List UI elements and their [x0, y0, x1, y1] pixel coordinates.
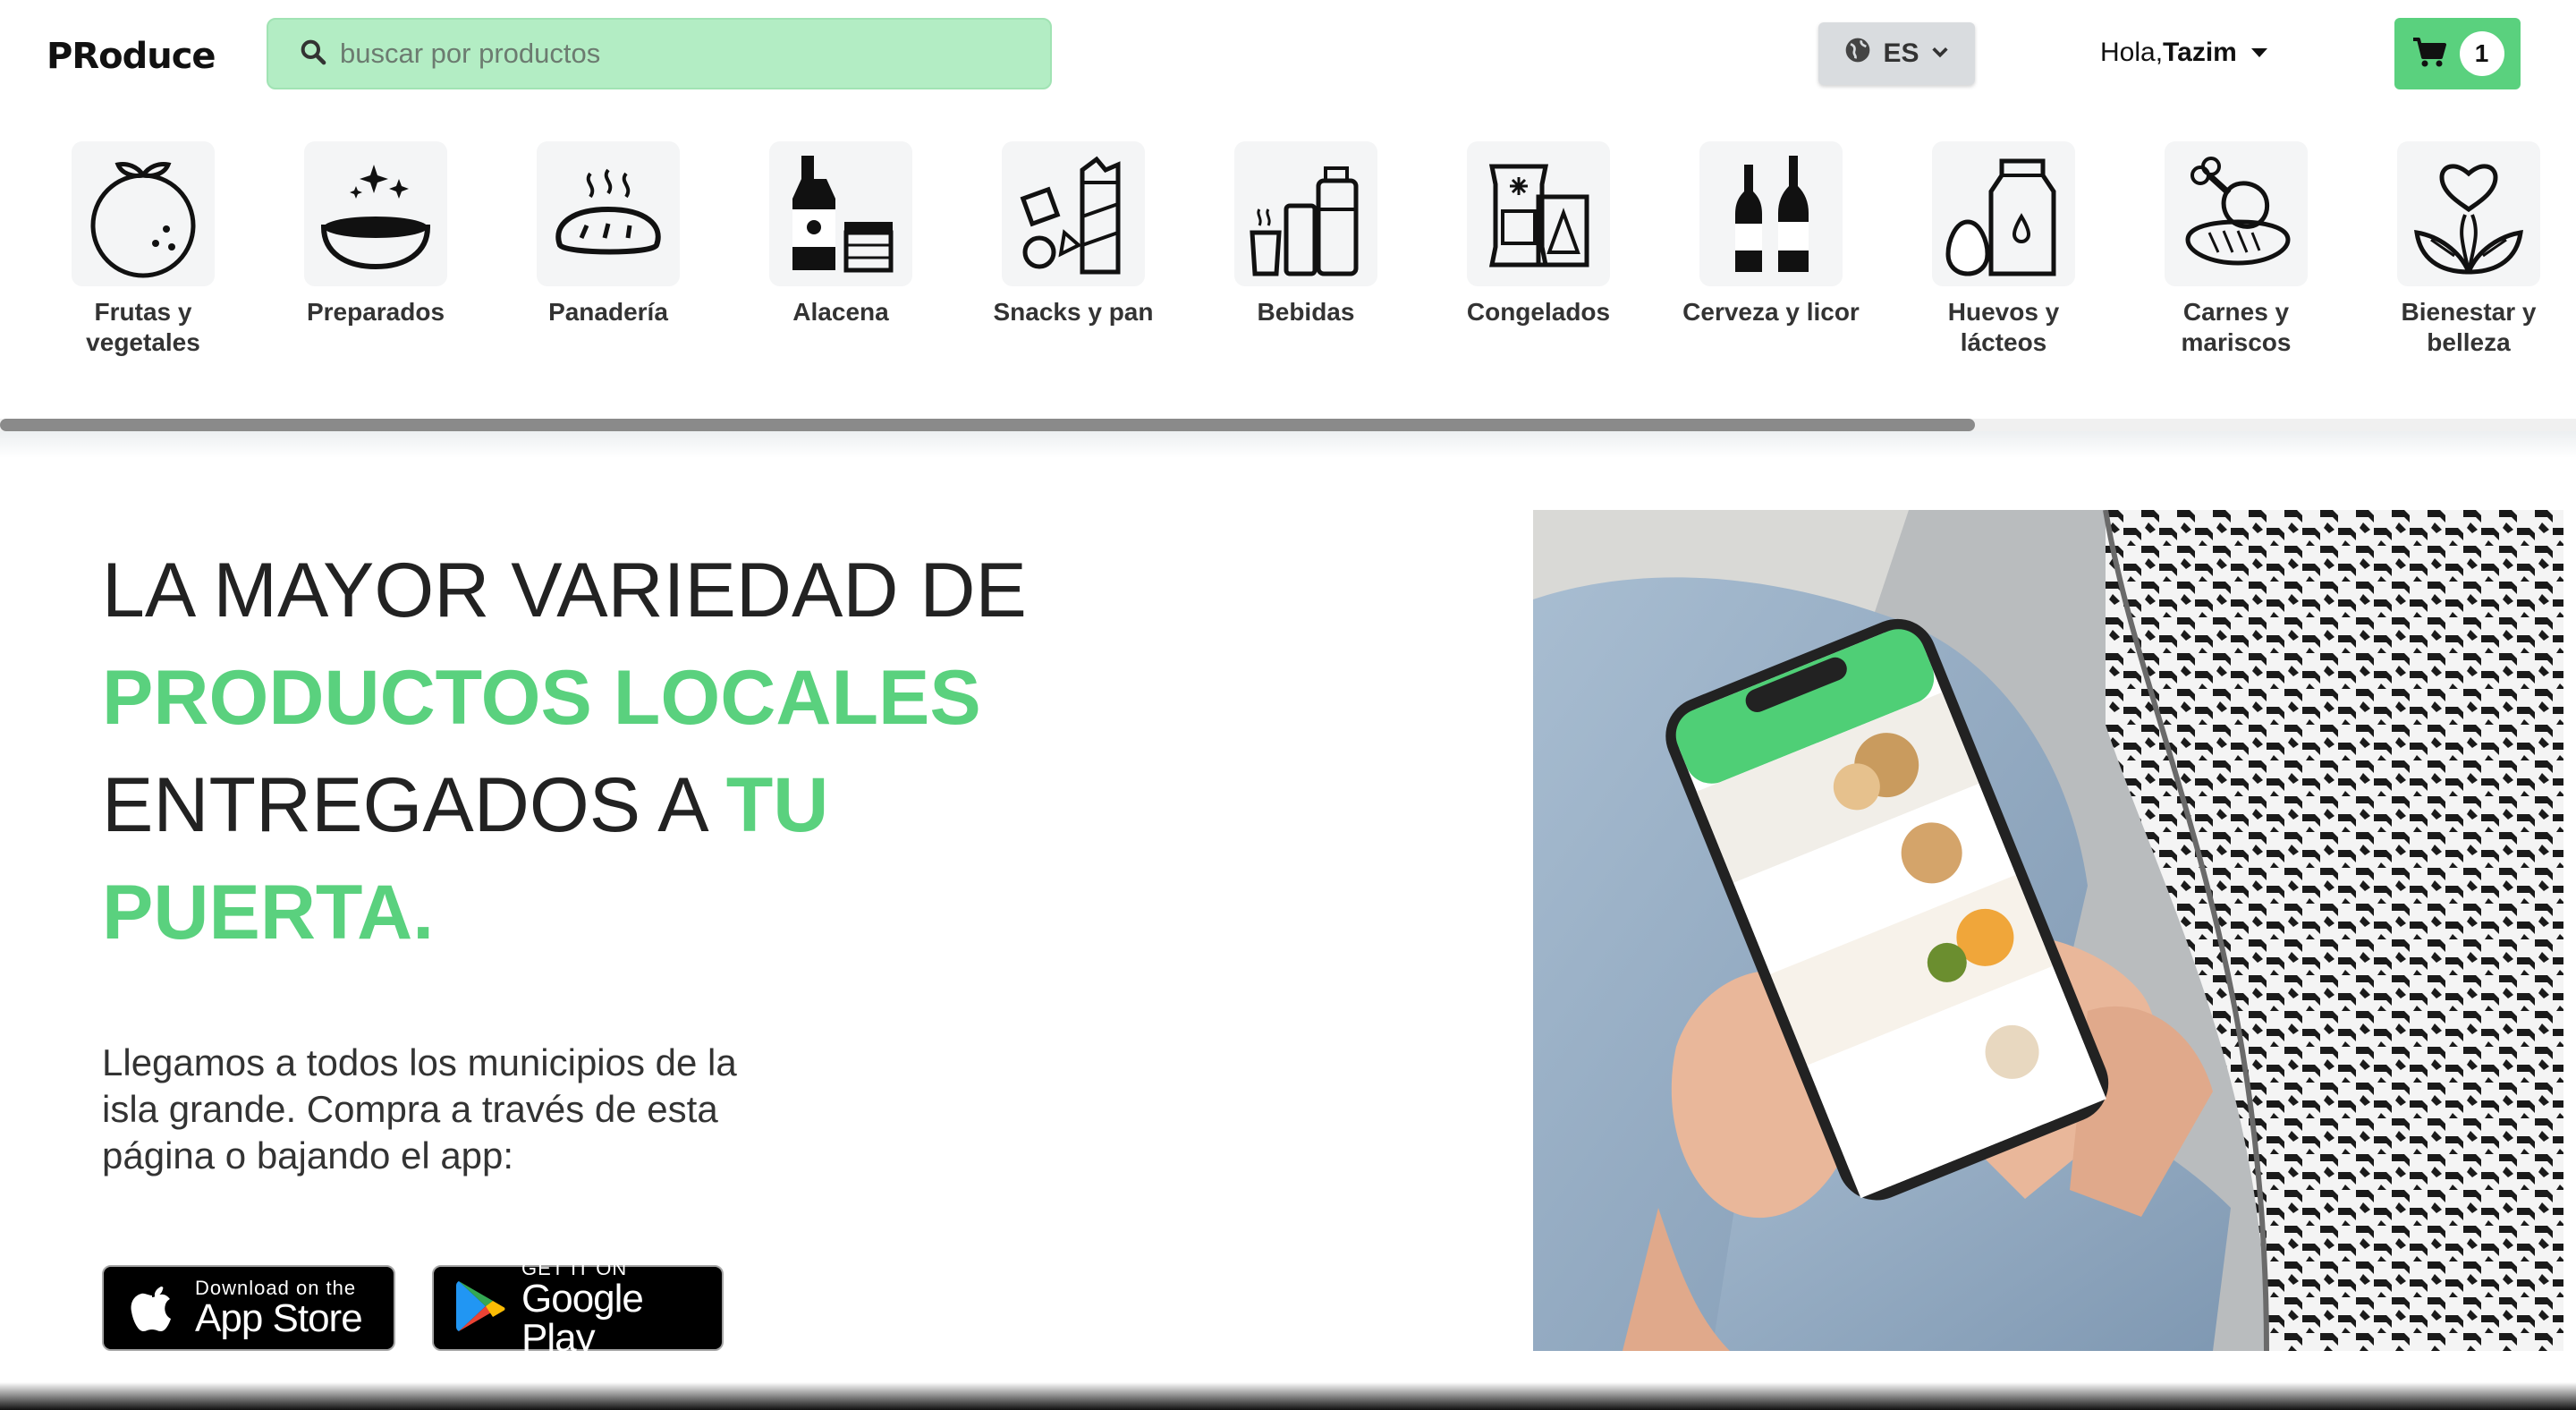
search-input[interactable] — [340, 38, 1038, 70]
cart-icon — [2411, 36, 2447, 72]
app-store-big-text: App Store — [195, 1296, 363, 1340]
language-selector[interactable]: ES — [1818, 22, 1975, 85]
hero-line-3-accent: TU — [725, 762, 829, 848]
category-label: Preparados — [306, 298, 445, 326]
cart-button[interactable]: 1 — [2394, 18, 2521, 89]
hero-line-4: PUERTA. — [102, 870, 435, 956]
chevron-down-icon — [1930, 38, 1950, 69]
category-huevos-y-lacteos[interactable]: Huevos y lácteos — [1905, 141, 2102, 358]
caret-down-icon — [2250, 48, 2267, 57]
category-preparados[interactable]: Preparados — [277, 141, 474, 327]
greeting-text: Hola, — [2100, 38, 2164, 67]
hero-line-2: PRODUCTOS LOCALES — [102, 655, 981, 741]
bread-icon — [555, 168, 661, 255]
category-alacena[interactable]: Alacena — [742, 141, 939, 327]
user-menu[interactable]: Hola, Tazim — [2100, 38, 2267, 68]
category-label: Huevos y lácteos — [1947, 298, 2060, 356]
page-bottom-edge — [0, 1382, 2576, 1410]
hero-description: Llegamos a todos los municipios de la is… — [102, 1041, 737, 1176]
bowl-icon — [320, 165, 431, 270]
category-panaderia[interactable]: Panadería — [510, 141, 707, 327]
meat-icon — [2185, 157, 2291, 266]
category-label: Bebidas — [1257, 298, 1355, 326]
globe-icon — [1843, 36, 1872, 72]
cart-count-badge: 1 — [2459, 31, 2504, 76]
category-bebidas[interactable]: Bebidas — [1208, 141, 1404, 327]
hero-line-3: ENTREGADOS A — [102, 762, 705, 848]
hero-title: LA MAYOR VARIEDAD DE PRODUCTOS LOCALES E… — [102, 537, 1086, 966]
category-frutas-y-vegetales[interactable]: Frutas y vegetales — [45, 141, 242, 358]
category-label: Panadería — [548, 298, 668, 326]
category-snacks-y-pan[interactable]: Snacks y pan — [975, 141, 1172, 327]
category-label: Alacena — [792, 298, 889, 326]
category-label: Congelados — [1466, 298, 1611, 326]
google-play-big-text: Google Play — [521, 1277, 644, 1360]
scrollbar-thumb[interactable] — [0, 419, 1975, 431]
category-congelados[interactable]: Congelados — [1440, 141, 1637, 327]
divider-shadow — [0, 431, 2576, 458]
category-bienestar-y-belleza[interactable]: Bienestar y belleza — [2370, 141, 2567, 358]
orange-icon — [90, 162, 196, 278]
google-play-button[interactable]: GET IT ON Google Play — [432, 1258, 724, 1358]
language-code: ES — [1883, 38, 1919, 68]
category-label: Frutas y vegetales — [86, 298, 200, 356]
snacks-icon — [1020, 156, 1121, 275]
egg-milk-icon — [1945, 158, 2056, 276]
search-bar[interactable] — [267, 18, 1052, 89]
category-scrollbar[interactable] — [0, 419, 2576, 431]
category-label: Cerveza y licor — [1682, 298, 1860, 326]
beer-bottles-icon — [1735, 156, 1809, 272]
search-icon — [299, 38, 327, 71]
app-store-button[interactable]: Download on the App Store — [102, 1265, 395, 1351]
leaves-heart-icon — [2414, 164, 2523, 275]
hero-photo — [1533, 510, 2563, 1351]
category-label: Bienestar y belleza — [2401, 298, 2537, 356]
bottle-jar-icon — [792, 156, 894, 273]
user-name: Tazim — [2163, 38, 2237, 67]
header: PRoduce ES Hola,Tazim 1 — [0, 0, 2576, 109]
hero-line-1: LA MAYOR VARIEDAD DE — [102, 548, 1027, 633]
category-cerveza-y-licor[interactable]: Cerveza y licor — [1673, 141, 1869, 327]
category-carnes-y-mariscos[interactable]: Carnes y mariscos — [2138, 141, 2334, 358]
category-strip: Frutas y vegetales Preparados Panadería … — [0, 141, 2576, 410]
drinks-icon — [1250, 166, 1359, 276]
apple-icon — [104, 1278, 195, 1339]
google-play-icon — [434, 1278, 521, 1339]
category-label: Carnes y mariscos — [2181, 298, 2292, 356]
frozen-icon — [1488, 164, 1589, 268]
logo[interactable]: PRoduce — [47, 36, 216, 77]
category-label: Snacks y pan — [993, 298, 1154, 326]
